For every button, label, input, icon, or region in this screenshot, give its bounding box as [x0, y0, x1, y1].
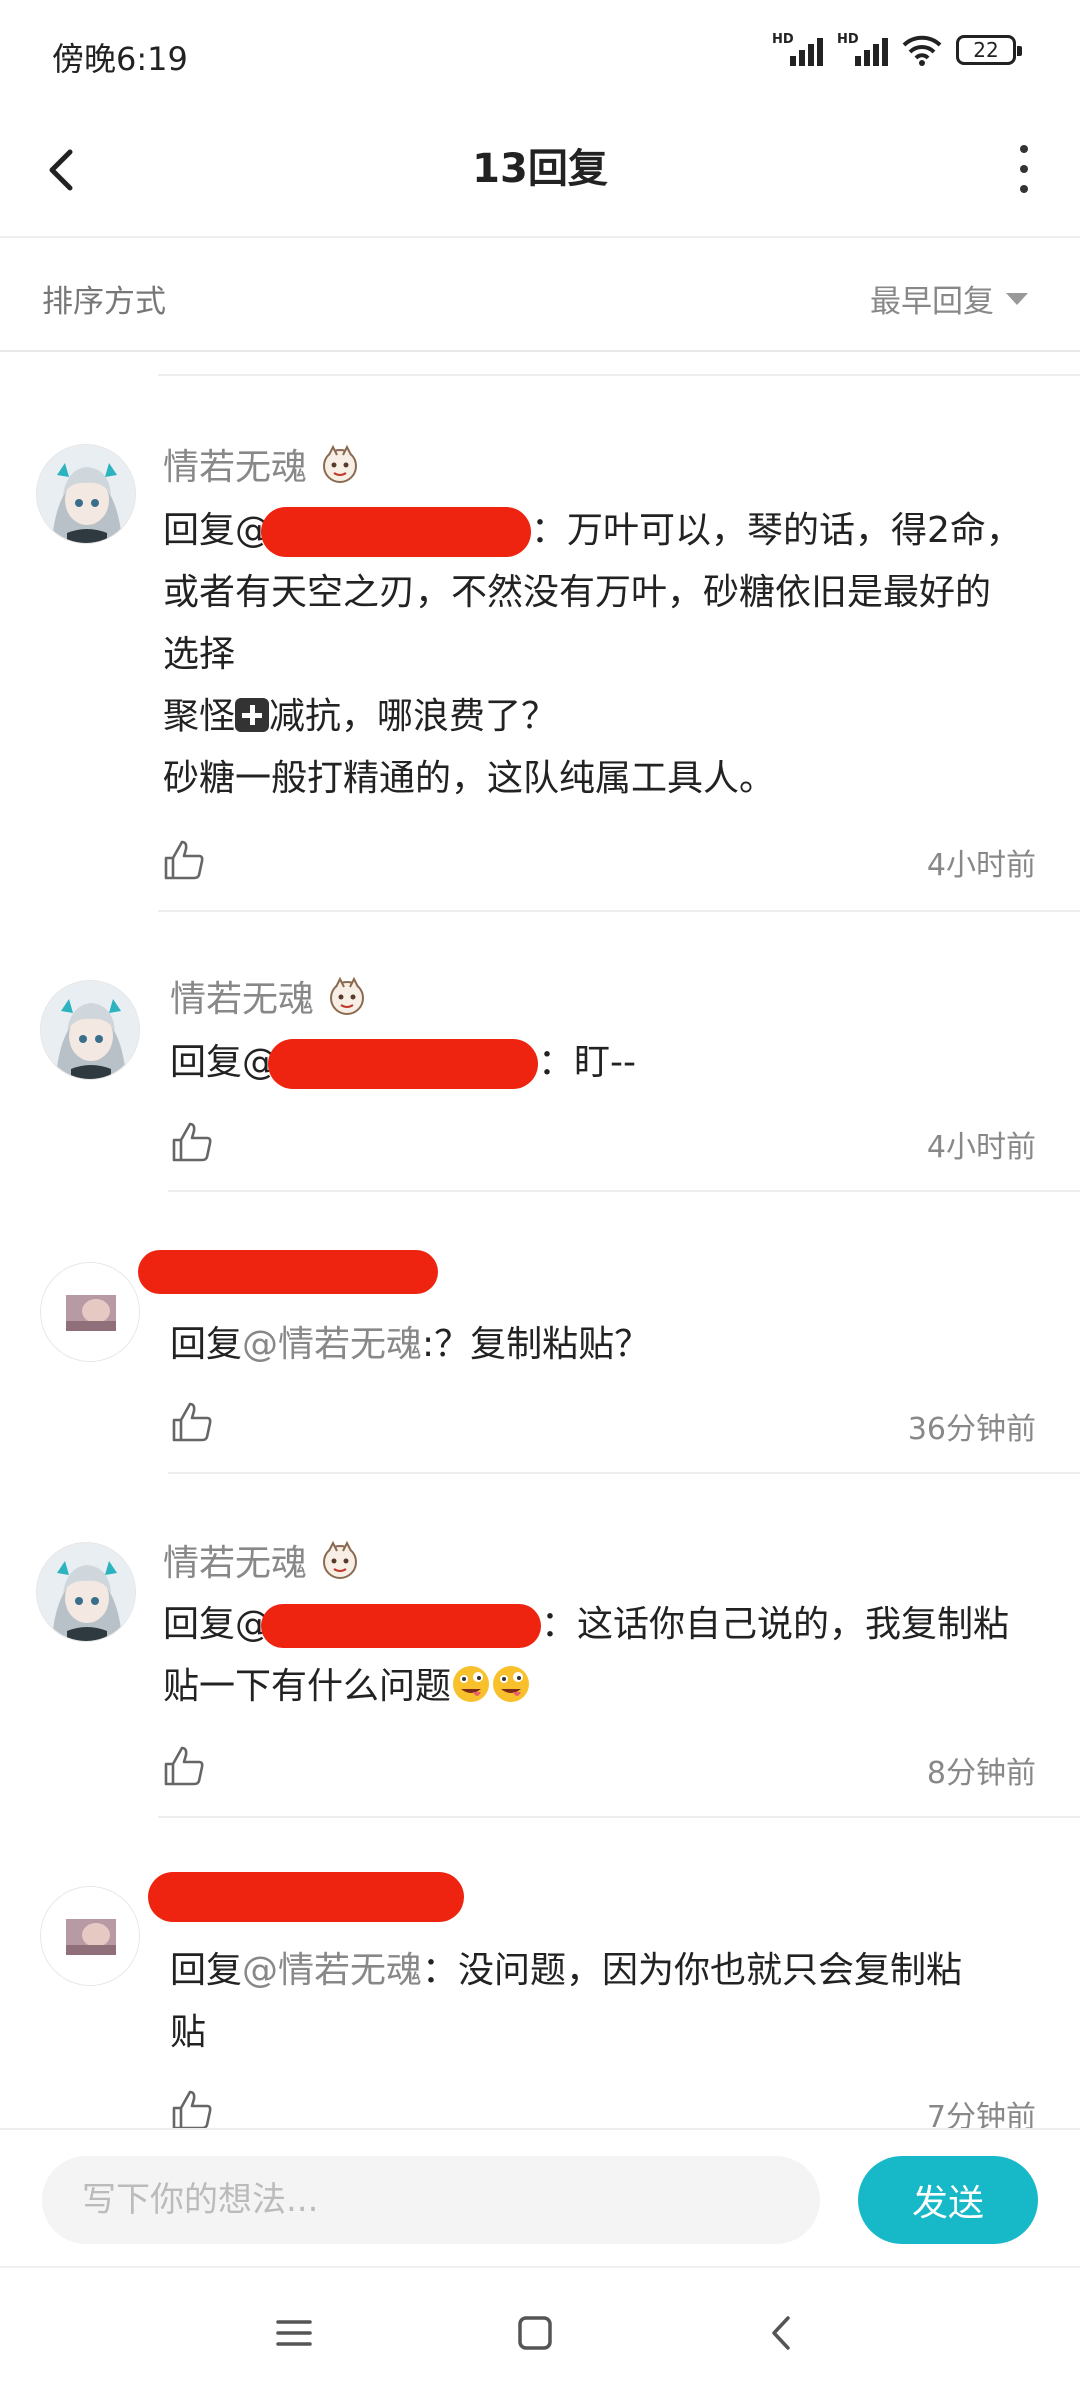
reply-prefix: 回复@	[170, 1042, 279, 1083]
avatar[interactable]	[40, 980, 140, 1080]
divider	[168, 1190, 1080, 1192]
crazy-face-emoji-icon	[453, 1666, 490, 1702]
redacted-username	[148, 1872, 464, 1922]
comment-content: 回复@ ：盯--	[170, 1032, 1050, 1094]
chevron-down-icon	[1006, 292, 1028, 305]
comment-text: ：盯--	[538, 1042, 636, 1083]
redacted-username	[138, 1250, 438, 1294]
signal-icon: HD	[772, 32, 823, 66]
thumbs-up-icon[interactable]	[162, 1744, 206, 1788]
avatar-image	[41, 1887, 139, 1985]
reply-prefix: 回复	[170, 1324, 243, 1365]
comment-time: 8分钟前	[926, 1756, 1036, 1791]
back-icon[interactable]	[752, 2308, 812, 2358]
wifi-icon	[902, 35, 942, 66]
comment-text: :？复制粘贴？	[422, 1324, 651, 1365]
comment-content: 回复@情若无魂:？复制粘贴？	[170, 1314, 1050, 1376]
level-badge-icon	[323, 1540, 358, 1579]
divider	[168, 1472, 1080, 1474]
page-title: 13回复	[472, 146, 608, 192]
comment-username[interactable]: 情若无魂	[170, 970, 368, 1022]
plus-emoji-icon	[235, 698, 270, 732]
comment-input[interactable]	[42, 2156, 820, 2244]
sort-bar: 排序方式 最早回复	[0, 240, 1080, 352]
system-nav-bar	[0, 2266, 1080, 2400]
username: 情若无魂	[170, 979, 315, 1020]
redaction-mark	[261, 1604, 542, 1648]
comment-time: 4小时前	[926, 1130, 1036, 1165]
more-options-icon[interactable]	[1004, 134, 1044, 204]
thumbs-up-icon[interactable]	[170, 2088, 214, 2132]
reply-prefix: 回复@	[163, 510, 272, 551]
send-button[interactable]: 发送	[858, 2156, 1038, 2244]
menu-icon[interactable]	[264, 2308, 324, 2358]
sort-dropdown[interactable]: 最早回复	[870, 276, 1028, 321]
comment-content: 回复@情若无魂：没问题，因为你也就只会复制粘 贴	[170, 1940, 1050, 2064]
signal-icon: HD	[837, 32, 888, 66]
hd-label: HD	[837, 32, 859, 47]
comment-username[interactable]: 情若无魂	[163, 438, 361, 490]
avatar-image	[41, 1263, 139, 1361]
comment-time: 4小时前	[926, 848, 1036, 883]
battery-icon: 22	[956, 35, 1022, 65]
thumbs-up-icon[interactable]	[170, 1400, 214, 1444]
mention-link[interactable]: @情若无魂	[242, 1950, 422, 1991]
header: 13回复	[0, 110, 1080, 238]
avatar[interactable]	[36, 444, 136, 544]
hd-label: HD	[772, 32, 794, 47]
battery-level: 22	[973, 38, 999, 62]
status-bar: 傍晚6:19 HD HD 22	[0, 0, 1080, 110]
thumbs-up-icon[interactable]	[162, 838, 206, 882]
crazy-face-emoji-icon	[493, 1666, 530, 1702]
reply-prefix: 回复	[170, 1950, 243, 1991]
reply-prefix: 回复@	[163, 1604, 272, 1645]
avatar-image	[37, 1543, 135, 1641]
username: 情若无魂	[163, 447, 308, 488]
sort-label: 排序方式	[42, 284, 166, 320]
status-time: 傍晚6:19	[52, 40, 188, 78]
divider	[158, 910, 1080, 912]
sort-value: 最早回复	[870, 284, 994, 320]
comment-input-bar: 发送	[0, 2128, 1080, 2266]
divider	[158, 374, 1080, 376]
avatar-image	[37, 445, 135, 543]
username: 情若无魂	[163, 1543, 308, 1584]
level-badge-icon	[330, 976, 365, 1015]
mention-link[interactable]: @情若无魂	[242, 1324, 422, 1365]
comment-content: 回复@ ：万叶可以，琴的话，得2命， 或者有天空之刃，不然没有万叶，砂糖依旧是最好…	[163, 500, 1053, 810]
avatar[interactable]	[36, 1542, 136, 1642]
redaction-mark	[261, 507, 532, 557]
status-icons: HD HD 22	[772, 32, 1022, 66]
avatar-image	[41, 981, 139, 1079]
comment-content: 回复@ ：这话你自己说的，我复制粘 贴一下有什么问题	[163, 1594, 1053, 1718]
divider	[158, 1816, 1080, 1818]
level-badge-icon	[323, 444, 358, 483]
avatar[interactable]	[40, 1262, 140, 1362]
home-icon[interactable]	[505, 2308, 565, 2358]
redaction-mark	[268, 1039, 539, 1089]
avatar[interactable]	[40, 1886, 140, 1986]
thumbs-up-icon[interactable]	[170, 1120, 214, 1164]
comment-username[interactable]: 情若无魂	[163, 1534, 361, 1586]
comment-time: 36分钟前	[907, 1412, 1036, 1447]
